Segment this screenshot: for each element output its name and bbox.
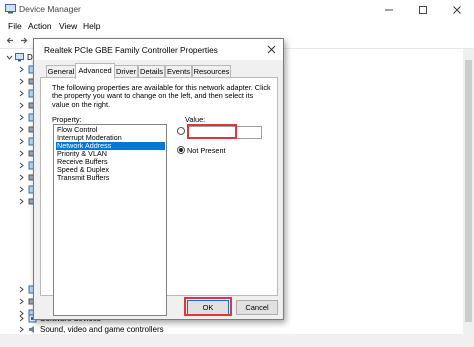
highlight-box-ok bbox=[184, 297, 232, 316]
chevron-right-icon[interactable] bbox=[18, 102, 25, 109]
properties-dialog: Realtek PCIe GBE Family Controller Prope… bbox=[33, 38, 284, 320]
forward-arrow-icon[interactable] bbox=[18, 35, 29, 46]
dialog-title: Realtek PCIe GBE Family Controller Prope… bbox=[44, 45, 218, 55]
chevron-right-icon[interactable] bbox=[18, 198, 25, 205]
property-list[interactable]: Flow Control Interrupt Moderation Networ… bbox=[53, 124, 167, 316]
chevron-right-icon[interactable] bbox=[18, 90, 25, 97]
maximize-button[interactable] bbox=[406, 0, 440, 19]
close-icon bbox=[267, 45, 276, 54]
value-radio[interactable] bbox=[177, 127, 185, 135]
chevron-right-icon[interactable] bbox=[18, 186, 25, 193]
tab-advanced[interactable]: Advanced bbox=[75, 63, 115, 79]
scrollbar-thumb[interactable] bbox=[465, 60, 472, 322]
not-present-radio[interactable] bbox=[177, 146, 185, 154]
list-item[interactable]: Transmit Buffers bbox=[56, 174, 165, 182]
chevron-right-icon[interactable] bbox=[18, 315, 25, 322]
radio-selected-dot bbox=[179, 148, 183, 152]
menu-help[interactable]: Help bbox=[83, 21, 100, 31]
speaker-icon bbox=[28, 325, 37, 334]
chevron-right-icon[interactable] bbox=[18, 138, 25, 145]
tree-label-sound-video-game: Sound, video and game controllers bbox=[40, 325, 164, 334]
chevron-right-icon[interactable] bbox=[18, 298, 25, 305]
chevron-right-icon[interactable] bbox=[18, 114, 25, 121]
chevron-right-icon[interactable] bbox=[18, 286, 25, 293]
close-icon bbox=[453, 6, 461, 14]
menu-view[interactable]: View bbox=[59, 21, 77, 31]
horizontal-scrollbar[interactable] bbox=[0, 334, 474, 347]
chevron-right-icon[interactable] bbox=[18, 78, 25, 85]
menu-bar: File Action View Help bbox=[0, 19, 474, 33]
chevron-right-icon[interactable] bbox=[18, 66, 25, 73]
close-window-button[interactable] bbox=[440, 0, 474, 19]
computer-icon bbox=[15, 53, 24, 62]
dialog-titlebar[interactable]: Realtek PCIe GBE Family Controller Prope… bbox=[34, 39, 283, 60]
advanced-description: The following properties are available f… bbox=[52, 83, 271, 109]
chevron-right-icon[interactable] bbox=[18, 326, 25, 333]
chevron-down-icon[interactable] bbox=[6, 54, 13, 61]
not-present-label: Not Present bbox=[187, 146, 226, 155]
device-manager-titlebar: Device Manager bbox=[0, 0, 474, 19]
value-label: Value: bbox=[185, 115, 206, 124]
chevron-right-icon[interactable] bbox=[18, 150, 25, 157]
highlight-box-value bbox=[187, 124, 237, 139]
menu-action[interactable]: Action bbox=[28, 21, 52, 31]
window-title: Device Manager bbox=[19, 4, 81, 14]
chevron-right-icon[interactable] bbox=[18, 174, 25, 181]
minimize-button[interactable] bbox=[372, 0, 406, 19]
chevron-right-icon[interactable] bbox=[18, 126, 25, 133]
dialog-close-button[interactable] bbox=[265, 43, 278, 56]
back-arrow-icon[interactable] bbox=[5, 35, 16, 46]
property-label: Property: bbox=[52, 115, 82, 124]
device-manager-icon bbox=[5, 4, 16, 14]
chevron-right-icon[interactable] bbox=[18, 162, 25, 169]
menu-file[interactable]: File bbox=[8, 21, 22, 31]
cancel-button[interactable]: Cancel bbox=[236, 300, 278, 315]
minimize-icon bbox=[385, 9, 393, 11]
maximize-icon bbox=[419, 6, 427, 14]
